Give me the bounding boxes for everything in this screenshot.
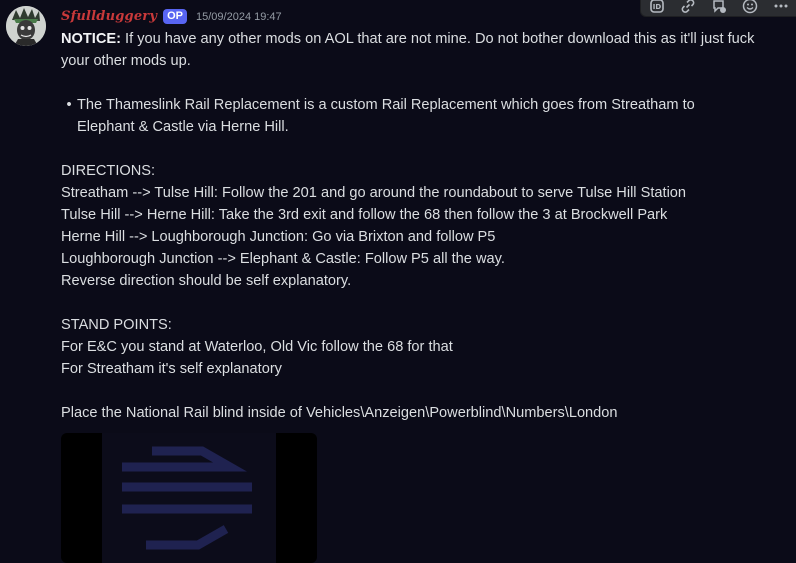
directions-heading: DIRECTIONS:: [61, 163, 156, 179]
stand-point-line: For Streatham it's self explanatory: [61, 361, 282, 377]
national-rail-logo: [102, 433, 276, 563]
svg-text:ID: ID: [652, 3, 661, 11]
stand-points-heading: STAND POINTS:: [61, 317, 172, 333]
timestamp[interactable]: 15/09/2024 19:47: [196, 11, 282, 23]
notice-label: NOTICE:: [61, 31, 121, 47]
direction-line: Loughborough Junction --> Elephant & Cas…: [61, 251, 505, 267]
thread-icon[interactable]: [710, 0, 728, 15]
message-content: NOTICE: If you have any other mods on AO…: [61, 28, 781, 424]
message-toolbar: ID: [640, 0, 796, 17]
notice-line: NOTICE: If you have any other mods on AO…: [61, 28, 781, 72]
app-icon[interactable]: ID: [648, 0, 666, 15]
username[interactable]: Sfullduggery: [61, 9, 157, 24]
direction-line: Reverse direction should be self explana…: [61, 273, 352, 289]
link-icon[interactable]: [679, 0, 697, 15]
message-header: Sfullduggery OP 15/09/2024 19:47: [61, 9, 282, 24]
blind-instruction: Place the National Rail blind inside of …: [61, 405, 618, 421]
image-attachment[interactable]: [61, 433, 317, 563]
bullet-text: The Thameslink Rail Replacement is a cus…: [77, 97, 695, 135]
avatar[interactable]: [6, 6, 46, 46]
op-badge: OP: [163, 9, 188, 24]
direction-line: Tulse Hill --> Herne Hill: Take the 3rd …: [61, 207, 668, 223]
direction-line: Herne Hill --> Loughborough Junction: Go…: [61, 229, 496, 245]
bullet-dot: •: [66, 97, 72, 113]
notice-text: If you have any other mods on AOL that a…: [61, 31, 755, 69]
bullet-item: • The Thameslink Rail Replacement is a c…: [61, 94, 781, 138]
emoji-icon[interactable]: [741, 0, 759, 15]
stand-point-line: For E&C you stand at Waterloo, Old Vic f…: [61, 339, 453, 355]
direction-line: Streatham --> Tulse Hill: Follow the 201…: [61, 185, 687, 201]
more-icon[interactable]: [772, 0, 790, 15]
